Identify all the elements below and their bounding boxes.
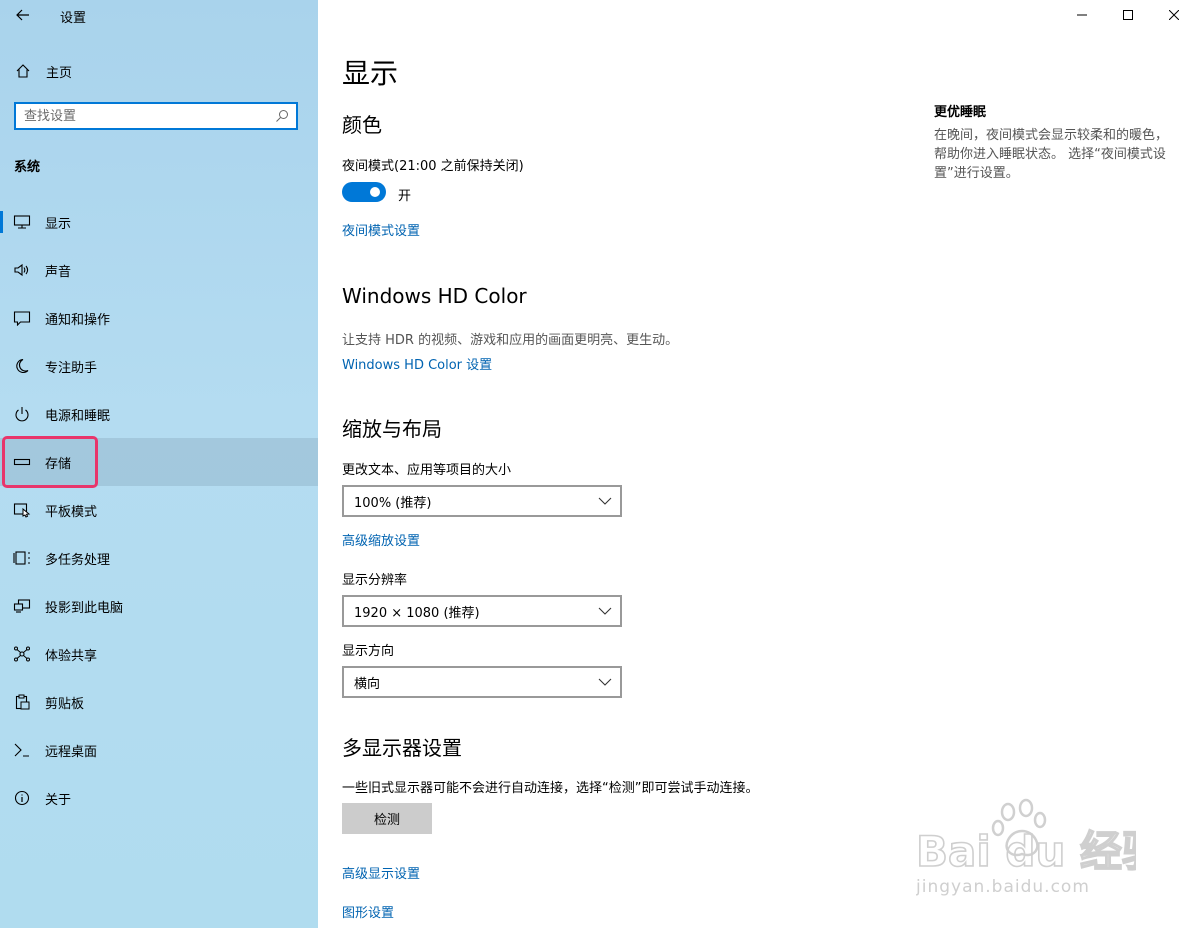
sidebar-item-remote-desktop[interactable]: 远程桌面 — [0, 726, 318, 774]
minimize-icon — [1077, 14, 1087, 16]
moon-icon — [13, 357, 31, 375]
graphics-settings-link[interactable]: 图形设置 — [342, 902, 394, 921]
minimize-button[interactable] — [1059, 0, 1105, 30]
window-controls — [1059, 0, 1197, 30]
multitask-icon — [13, 549, 31, 567]
sidebar-item-label: 远程桌面 — [45, 744, 98, 760]
project-icon — [13, 597, 31, 615]
sidebar-item-multitasking[interactable]: 多任务处理 — [0, 534, 318, 582]
aside-text: 在晚间，夜间模式会显示较柔和的暖色，帮助你进入睡眠状态。 选择“夜间模式设置”进… — [934, 128, 1169, 181]
storage-icon — [13, 453, 31, 471]
page-title: 显示 — [342, 57, 399, 90]
sidebar-item-about[interactable]: 关于 — [0, 774, 318, 822]
section-label-system: 系统 — [14, 160, 41, 175]
speaker-icon — [13, 261, 31, 279]
sidebar-item-tablet-mode[interactable]: 平板模式 — [0, 486, 318, 534]
sidebar-item-label: 显示 — [45, 216, 72, 232]
app-title: 设置 — [60, 11, 87, 26]
remote-icon — [13, 741, 31, 759]
hdr-heading: Windows HD Color — [342, 284, 527, 308]
chevron-down-icon — [598, 607, 612, 615]
sidebar-item-label: 多任务处理 — [45, 552, 111, 568]
back-button[interactable] — [8, 2, 38, 28]
tablet-icon — [13, 501, 31, 519]
detect-button[interactable]: 检测 — [342, 803, 432, 834]
maximize-icon — [1123, 10, 1133, 20]
sidebar-item-power-sleep[interactable]: 电源和睡眠 — [0, 390, 318, 438]
night-light-toggle[interactable] — [342, 182, 386, 202]
power-icon — [13, 405, 31, 423]
title-bar: 设置 — [0, 0, 318, 30]
scale-size-label: 更改文本、应用等项目的大小 — [342, 463, 512, 478]
sidebar-item-storage[interactable]: 存储 — [0, 438, 318, 486]
sidebar-item-label: 电源和睡眠 — [45, 408, 111, 424]
home-icon — [16, 64, 30, 78]
aside-title: 更优睡眠 — [934, 105, 987, 120]
monitor-icon — [13, 213, 31, 231]
home-nav[interactable]: 主页 — [0, 56, 318, 86]
clipboard-icon — [13, 693, 31, 711]
sidebar-item-label: 通知和操作 — [45, 312, 111, 328]
color-heading: 颜色 — [342, 113, 382, 137]
search-box[interactable] — [14, 102, 298, 130]
sidebar-item-display[interactable]: 显示 — [0, 198, 318, 246]
baidu-watermark: Bai du 经验 jingyan.baidu.com — [915, 796, 1165, 906]
advanced-scaling-link[interactable]: 高级缩放设置 — [342, 530, 420, 549]
scale-heading: 缩放与布局 — [342, 417, 442, 441]
night-light-label: 夜间模式(21:00 之前保持关闭) — [342, 159, 524, 174]
multi-display-heading: 多显示器设置 — [342, 736, 462, 760]
sidebar-item-label: 专注助手 — [45, 360, 98, 376]
share-icon — [13, 645, 31, 663]
baidu-paw-icon: Bai du 经验 jingyan.baidu.com — [915, 798, 1165, 897]
sidebar-item-label: 投影到此电脑 — [45, 600, 124, 616]
sidebar-item-label: 存储 — [45, 456, 72, 472]
sidebar-item-label: 剪贴板 — [45, 696, 85, 712]
search-input[interactable] — [16, 107, 274, 125]
watermark-brand: Bai du 经验 — [916, 827, 1136, 876]
chevron-down-icon — [598, 678, 612, 686]
back-arrow-icon — [16, 9, 29, 21]
toggle-knob — [370, 187, 380, 197]
scale-dropdown[interactable]: 100% (推荐) — [342, 485, 622, 517]
chevron-down-icon — [598, 497, 612, 505]
info-icon — [13, 789, 31, 807]
resolution-dropdown[interactable]: 1920 × 1080 (推荐) — [342, 595, 622, 627]
sidebar-item-shared-experiences[interactable]: 体验共享 — [0, 630, 318, 678]
sidebar-item-sound[interactable]: 声音 — [0, 246, 318, 294]
close-icon — [1169, 10, 1179, 20]
sidebar-item-label: 体验共享 — [45, 648, 98, 664]
resolution-value: 1920 × 1080 (推荐) — [354, 605, 480, 621]
home-label: 主页 — [46, 65, 73, 81]
hdr-settings-link[interactable]: Windows HD Color 设置 — [342, 354, 492, 373]
orientation-value: 横向 — [354, 676, 381, 692]
main-content: 显示 颜色 夜间模式(21:00 之前保持关闭) 开 夜间模式设置 Window… — [318, 0, 1197, 928]
sidebar-item-label: 关于 — [45, 792, 72, 808]
search-icon[interactable] — [274, 108, 290, 124]
multi-display-description: 一些旧式显示器可能不会进行自动连接，选择“检测”即可尝试手动连接。 — [342, 781, 759, 796]
advanced-display-link[interactable]: 高级显示设置 — [342, 863, 420, 882]
sidebar-item-notifications[interactable]: 通知和操作 — [0, 294, 318, 342]
scale-value: 100% (推荐) — [354, 495, 432, 511]
orientation-dropdown[interactable]: 横向 — [342, 666, 622, 698]
night-light-settings-link[interactable]: 夜间模式设置 — [342, 220, 420, 239]
hdr-description: 让支持 HDR 的视频、游戏和应用的画面更明亮、更生动。 — [342, 333, 679, 348]
resolution-label: 显示分辨率 — [342, 573, 408, 588]
maximize-button[interactable] — [1105, 0, 1151, 30]
night-light-state: 开 — [398, 189, 412, 204]
sidebar-item-clipboard[interactable]: 剪贴板 — [0, 678, 318, 726]
sidebar-item-label: 平板模式 — [45, 504, 98, 520]
sidebar-item-focus-assist[interactable]: 专注助手 — [0, 342, 318, 390]
sidebar: 设置 主页 系统 显示 声音 通知和操作 专注助手 电源和睡眠 — [0, 0, 318, 928]
close-button[interactable] — [1151, 0, 1197, 30]
notification-icon — [13, 309, 31, 327]
orientation-label: 显示方向 — [342, 644, 395, 659]
sidebar-item-project[interactable]: 投影到此电脑 — [0, 582, 318, 630]
watermark-url: jingyan.baidu.com — [916, 877, 1090, 897]
sidebar-item-label: 声音 — [45, 264, 72, 280]
sidebar-nav: 显示 声音 通知和操作 专注助手 电源和睡眠 存储 平板模式 多任务处理 投影到… — [0, 198, 318, 822]
